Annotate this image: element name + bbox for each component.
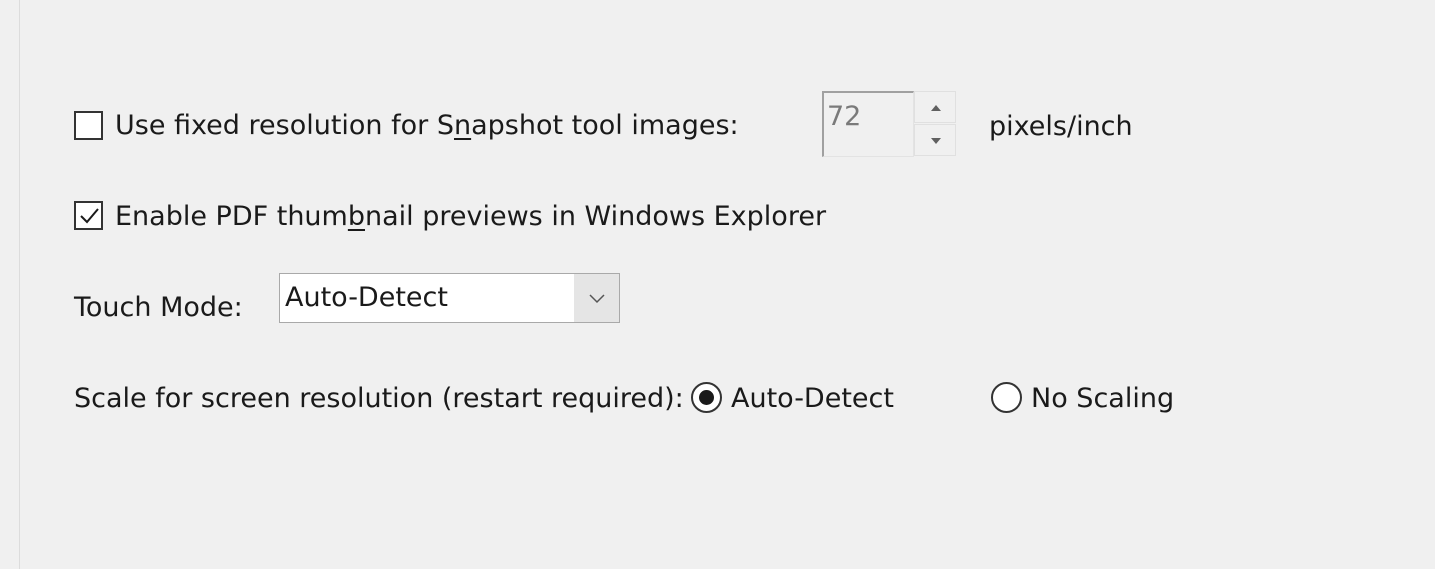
preferences-panel: Use fixed resolution for Snapshot tool i… [0, 0, 1435, 569]
chevron-up-icon [931, 105, 941, 111]
panel-divider [19, 0, 20, 569]
chevron-down-icon [589, 294, 605, 304]
thumbnail-previews-label[interactable]: Enable PDF thumbnail previews in Windows… [115, 200, 826, 234]
fixed-resolution-label[interactable]: Use fixed resolution for Snapshot tool i… [115, 109, 739, 143]
scaling-label: Scale for screen resolution (restart req… [74, 383, 684, 414]
touch-mode-dropdown-button[interactable] [574, 274, 619, 322]
fixed-resolution-label-part2: apshot tool images: [471, 110, 739, 141]
scaling-no-scaling-radio[interactable] [991, 382, 1022, 413]
fixed-resolution-label-part1: Use fixed resolution for S [115, 110, 454, 141]
thumbnail-label-part1: Enable PDF thum [115, 201, 348, 232]
spin-up-button[interactable] [914, 91, 956, 123]
fixed-resolution-label-accelerator: n [453, 110, 472, 141]
touch-mode-dropdown[interactable]: Auto-Detect [279, 273, 620, 323]
touch-mode-selected-value: Auto-Detect [285, 282, 448, 313]
resolution-input[interactable]: 72 [822, 91, 914, 157]
thumbnail-label-part2: nail previews in Windows Explorer [365, 201, 827, 232]
thumbnail-label-accelerator: b [347, 201, 365, 232]
fixed-resolution-checkbox[interactable] [74, 111, 103, 140]
spin-down-button[interactable] [914, 124, 956, 156]
radio-selected-dot [699, 390, 714, 405]
scaling-auto-detect-label[interactable]: Auto-Detect [731, 382, 894, 416]
checkmark-icon [80, 208, 99, 224]
chevron-down-icon [931, 138, 941, 144]
scaling-auto-detect-radio[interactable] [691, 382, 722, 413]
resolution-units-label: pixels/inch [989, 111, 1133, 142]
touch-mode-label: Touch Mode: [74, 292, 243, 323]
scaling-no-scaling-label[interactable]: No Scaling [1031, 382, 1174, 416]
thumbnail-previews-checkbox[interactable] [74, 201, 103, 230]
resolution-spinner: 72 [822, 91, 956, 157]
